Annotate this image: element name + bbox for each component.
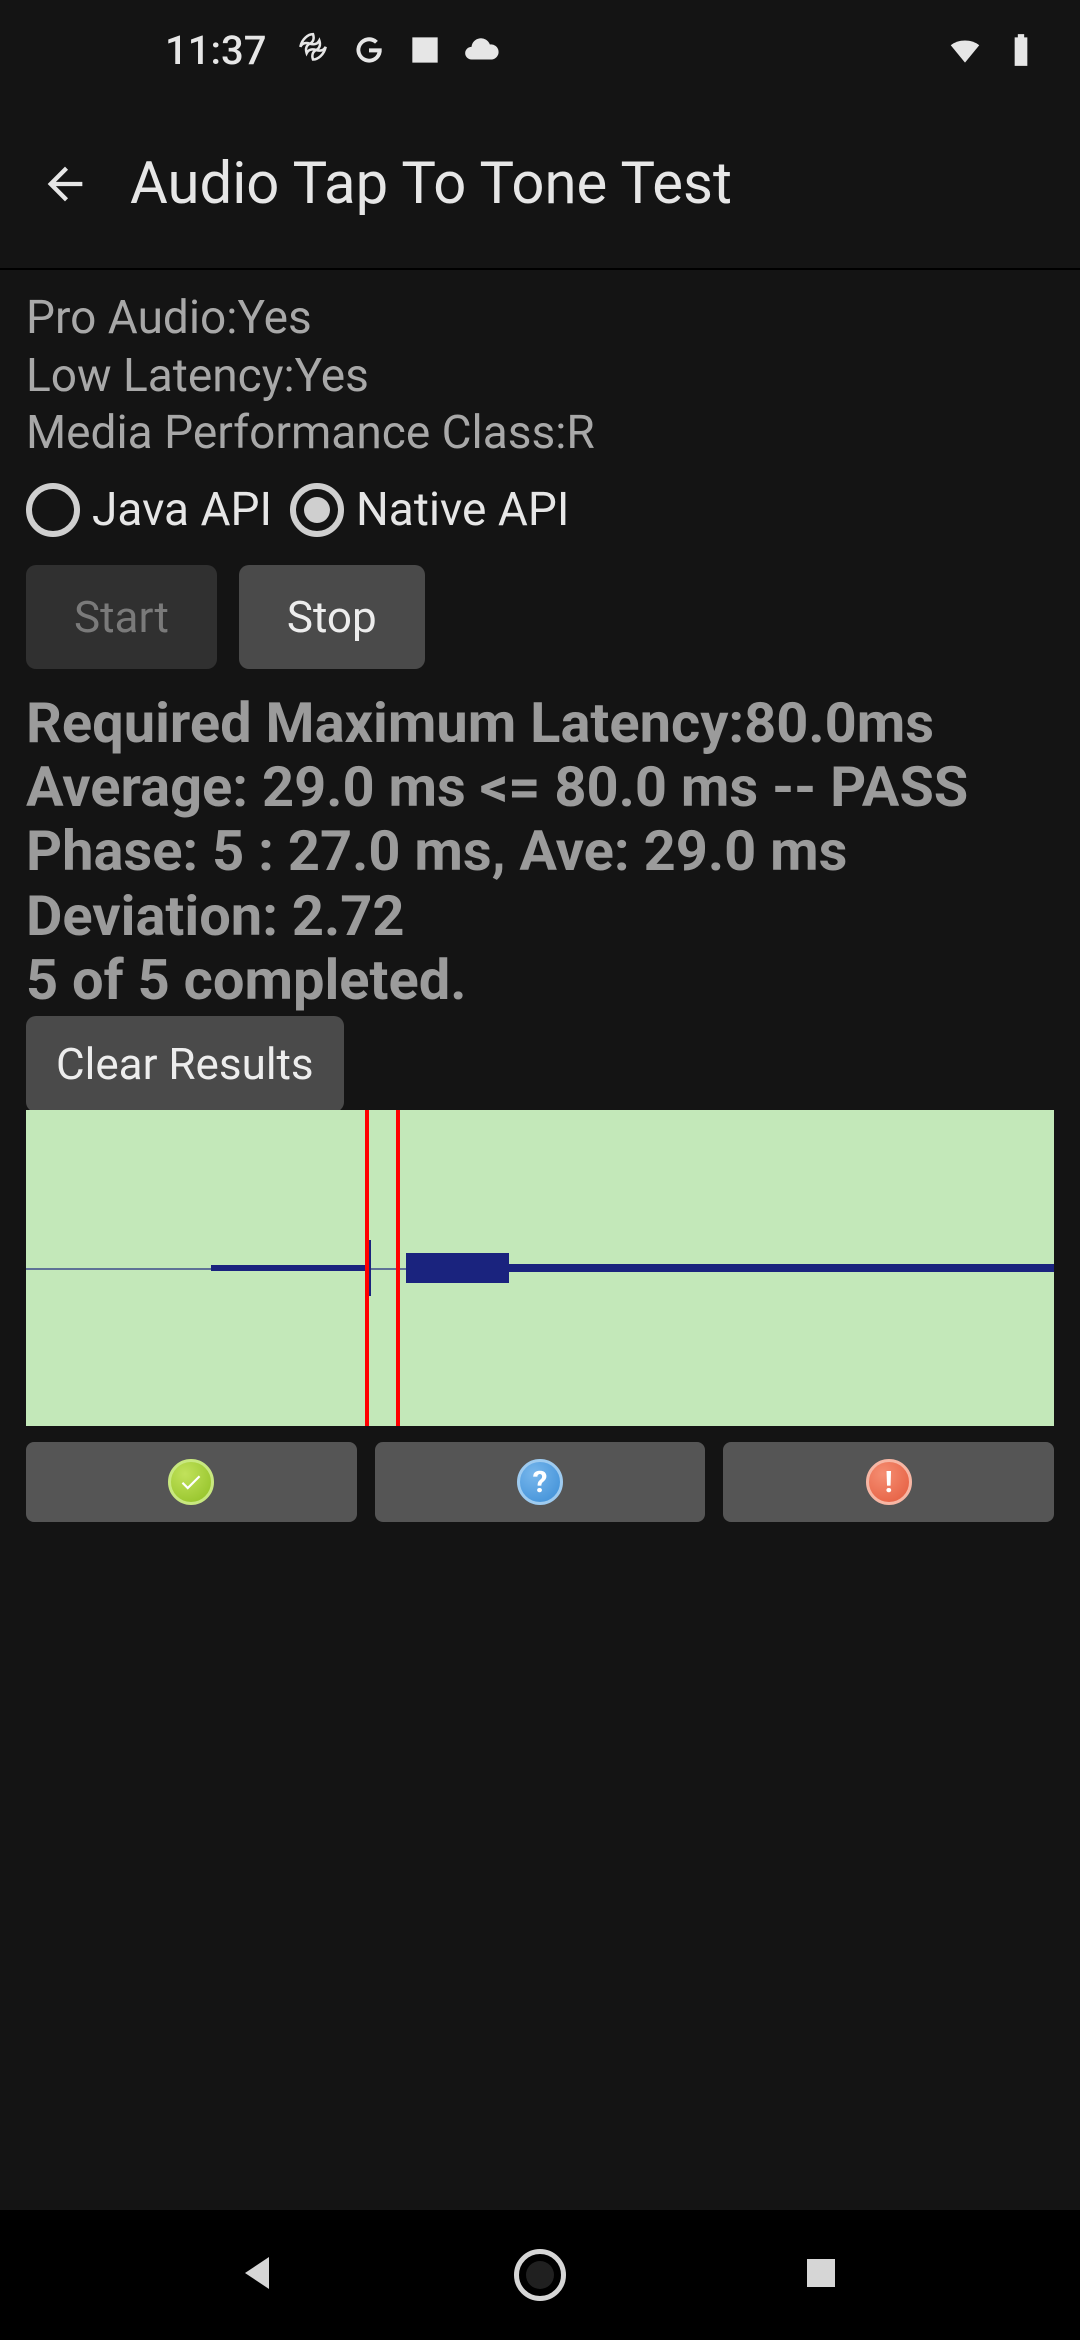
low-latency-label: Low Latency: bbox=[26, 349, 295, 403]
pinwheel-icon bbox=[294, 31, 332, 69]
native-api-radio[interactable]: Native API bbox=[290, 483, 569, 537]
arrow-left-icon bbox=[39, 158, 91, 210]
waveform-tone-body bbox=[406, 1253, 509, 1283]
api-radio-group: Java API Native API bbox=[26, 483, 1054, 537]
media-perf-line: Media Performance Class:R bbox=[26, 405, 1054, 463]
status-time: 11:37 bbox=[165, 27, 266, 74]
status-right bbox=[946, 31, 1040, 69]
system-nav-bar bbox=[0, 2210, 1080, 2340]
native-api-label: Native API bbox=[356, 483, 569, 537]
average-line: Average: 29.0 ms <= 80.0 ms -- PASS bbox=[26, 755, 1054, 819]
info-button[interactable]: ? bbox=[375, 1442, 706, 1522]
verdict-buttons: ? ! bbox=[26, 1442, 1054, 1522]
start-button[interactable]: Start bbox=[26, 565, 217, 669]
java-api-radio[interactable]: Java API bbox=[26, 483, 272, 537]
radio-checked-icon bbox=[290, 483, 344, 537]
nav-home-button[interactable] bbox=[514, 2249, 566, 2301]
media-perf-value: R bbox=[566, 406, 594, 460]
waveform-marker-tap bbox=[365, 1110, 369, 1426]
cloud-icon bbox=[462, 31, 500, 69]
waveform-marker-tone bbox=[396, 1110, 400, 1426]
triangle-left-icon bbox=[235, 2249, 283, 2297]
calendar-icon bbox=[406, 31, 444, 69]
wifi-icon bbox=[946, 31, 984, 69]
status-bar: 11:37 bbox=[0, 0, 1080, 100]
progress-line: 5 of 5 completed. bbox=[26, 948, 1054, 1012]
stop-button[interactable]: Stop bbox=[239, 565, 425, 669]
start-stop-row: Start Stop bbox=[26, 565, 1054, 669]
waveform-noise bbox=[211, 1265, 365, 1271]
screen-root: 11:37 Audio Tap bbox=[0, 0, 1080, 2340]
content-area: Pro Audio:Yes Low Latency:Yes Media Perf… bbox=[0, 270, 1080, 1522]
radio-unchecked-icon bbox=[26, 483, 80, 537]
media-perf-label: Media Performance Class: bbox=[26, 406, 566, 460]
low-latency-value: Yes bbox=[295, 349, 369, 403]
status-left: 11:37 bbox=[165, 27, 500, 74]
question-icon: ? bbox=[517, 1459, 563, 1505]
waveform-tail bbox=[509, 1264, 1054, 1272]
clear-results-button[interactable]: Clear Results bbox=[26, 1016, 344, 1112]
waveform-canvas bbox=[26, 1110, 1054, 1426]
back-button[interactable] bbox=[0, 100, 130, 268]
check-icon bbox=[168, 1459, 214, 1505]
battery-charging-icon bbox=[1002, 31, 1040, 69]
required-latency-line: Required Maximum Latency:80.0ms bbox=[26, 691, 1054, 755]
square-icon bbox=[797, 2249, 845, 2297]
pro-audio-label: Pro Audio: bbox=[26, 291, 237, 345]
java-api-label: Java API bbox=[92, 483, 272, 537]
google-g-icon bbox=[350, 31, 388, 69]
page-title: Audio Tap To Tone Test bbox=[130, 150, 732, 218]
clear-results-wrap: Clear Results bbox=[26, 1038, 1054, 1090]
nav-recents-button[interactable] bbox=[797, 2249, 845, 2301]
pro-audio-line: Pro Audio:Yes bbox=[26, 290, 1054, 348]
exclamation-icon: ! bbox=[866, 1459, 912, 1505]
spacer bbox=[0, 1522, 1080, 2210]
app-bar: Audio Tap To Tone Test bbox=[0, 100, 1080, 270]
low-latency-line: Low Latency:Yes bbox=[26, 348, 1054, 406]
nav-back-button[interactable] bbox=[235, 2249, 283, 2301]
pro-audio-value: Yes bbox=[237, 291, 311, 345]
phase-line: Phase: 5 : 27.0 ms, Ave: 29.0 ms bbox=[26, 819, 1054, 883]
pass-button[interactable] bbox=[26, 1442, 357, 1522]
deviation-line: Deviation: 2.72 bbox=[26, 884, 1054, 948]
fail-button[interactable]: ! bbox=[723, 1442, 1054, 1522]
